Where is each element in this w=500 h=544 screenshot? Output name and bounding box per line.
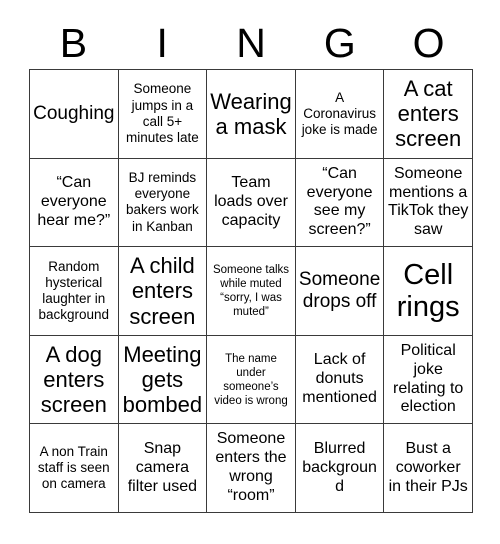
bingo-header: B I N G O bbox=[29, 18, 473, 68]
bingo-cell-label: Random hysterical laughter in background bbox=[38, 258, 110, 323]
bingo-cell[interactable]: Blurred background bbox=[295, 424, 385, 513]
bingo-cell-label: Blurred background bbox=[302, 439, 377, 495]
bingo-cell-label: Coughing bbox=[33, 102, 115, 124]
bingo-cell[interactable]: A cat enters screen bbox=[384, 70, 473, 159]
header-letter-n: N bbox=[236, 20, 266, 66]
bingo-cell[interactable]: Snap camera filter used bbox=[118, 424, 208, 513]
bingo-cell-label: Snap camera filter used bbox=[127, 439, 198, 495]
bingo-cell-label: Bust a coworker in their PJs bbox=[388, 439, 468, 495]
bingo-cell[interactable]: A dog enters screen bbox=[30, 335, 119, 425]
bingo-cell-label: Cell rings bbox=[396, 258, 460, 323]
bingo-grid: Coughing Someone jumps in a call 5+ minu… bbox=[29, 69, 473, 513]
header-letter-b: B bbox=[59, 20, 88, 66]
bingo-cell[interactable]: The name under someone’s video is wrong bbox=[207, 335, 296, 425]
bingo-cell-label: “Can everyone hear me?” bbox=[37, 174, 111, 229]
bingo-cell-label: Someone drops off bbox=[298, 269, 381, 312]
bingo-cell[interactable]: “Can everyone see my screen?” bbox=[295, 158, 385, 248]
bingo-cell[interactable]: Someone mentions a TikTok they saw bbox=[384, 158, 473, 248]
bingo-cell[interactable]: A child enters screen bbox=[118, 247, 208, 336]
bingo-cell[interactable]: Lack of donuts mentioned bbox=[295, 335, 385, 425]
bingo-cell[interactable]: Wearing a mask bbox=[207, 70, 296, 159]
bingo-cell-label: The name under someone’s video is wrong bbox=[214, 352, 288, 407]
bingo-cell[interactable]: Cell rings bbox=[384, 247, 473, 336]
bingo-card: B I N G O Coughing Someone jumps in a ca… bbox=[0, 0, 500, 544]
header-letter-i: I bbox=[156, 20, 168, 66]
bingo-cell[interactable]: Political joke relating to election bbox=[384, 335, 473, 425]
bingo-cell-label: A dog enters screen bbox=[40, 341, 107, 418]
bingo-cell[interactable]: Bust a coworker in their PJs bbox=[384, 424, 473, 513]
header-letter-o: O bbox=[412, 20, 445, 66]
bingo-cell-label: Someone mentions a TikTok they saw bbox=[388, 164, 469, 239]
bingo-cell-label: Someone enters the wrong “room” bbox=[215, 430, 287, 505]
bingo-cell[interactable]: BJ reminds everyone bakers work in Kanba… bbox=[118, 158, 208, 248]
bingo-cell[interactable]: Someone enters the wrong “room” bbox=[207, 424, 296, 513]
bingo-cell[interactable]: Team loads over capacity bbox=[207, 158, 296, 248]
bingo-cell-label: Political joke relating to election bbox=[393, 341, 464, 416]
bingo-cell[interactable]: A non Train staff is seen on camera bbox=[30, 424, 119, 513]
bingo-cell-label: A Coronavirus joke is made bbox=[301, 89, 378, 137]
bingo-cell-label: Meeting gets bombed bbox=[122, 341, 203, 418]
bingo-cell-label: Wearing a mask bbox=[210, 88, 292, 139]
bingo-cell[interactable]: Coughing bbox=[30, 70, 119, 159]
bingo-cell[interactable]: A Coronavirus joke is made bbox=[295, 70, 385, 159]
bingo-cell[interactable]: Random hysterical laughter in background bbox=[30, 247, 119, 336]
bingo-cell-label: Someone talks while muted “sorry, I was … bbox=[212, 263, 290, 318]
bingo-cell-label: BJ reminds everyone bakers work in Kanba… bbox=[126, 170, 199, 234]
bingo-cell-label: “Can everyone see my screen?” bbox=[306, 164, 373, 239]
bingo-cell-label: A cat enters screen bbox=[395, 76, 462, 152]
bingo-cell[interactable]: “Can everyone hear me?” bbox=[30, 158, 119, 248]
bingo-cell[interactable]: Someone talks while muted “sorry, I was … bbox=[207, 247, 296, 336]
bingo-cell-label: Someone jumps in a call 5+ minutes late bbox=[125, 81, 199, 145]
bingo-cell[interactable]: Someone jumps in a call 5+ minutes late bbox=[118, 70, 208, 159]
bingo-cell-label: Lack of donuts mentioned bbox=[302, 351, 377, 407]
bingo-cell-label: Team loads over capacity bbox=[214, 174, 288, 229]
bingo-cell[interactable]: Meeting gets bombed bbox=[118, 335, 208, 425]
header-letter-g: G bbox=[323, 20, 356, 66]
bingo-cell-label: A child enters screen bbox=[129, 253, 196, 329]
bingo-cell-label: A non Train staff is seen on camera bbox=[37, 443, 110, 492]
bingo-cell[interactable]: Someone drops off bbox=[295, 247, 385, 336]
